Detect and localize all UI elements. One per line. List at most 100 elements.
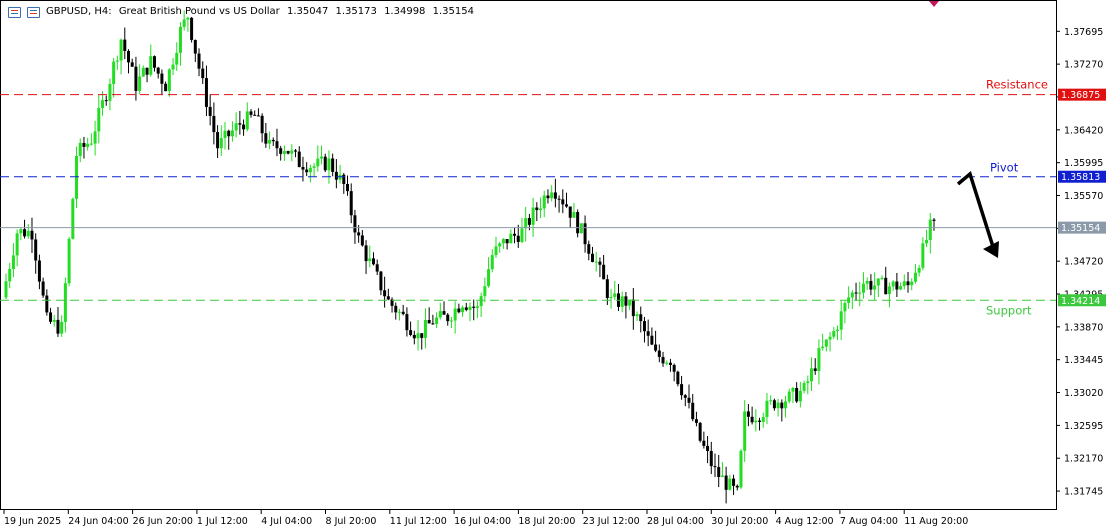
candle: [806, 375, 810, 395]
candle: [67, 236, 71, 287]
candle: [178, 22, 182, 66]
candle: [750, 406, 754, 425]
candle: [761, 412, 765, 428]
candle: [861, 272, 865, 299]
candle: [11, 243, 15, 278]
candle: [509, 229, 513, 244]
candle: [613, 280, 617, 301]
candle: [490, 249, 494, 273]
candle: [126, 49, 130, 74]
candle: [41, 277, 45, 298]
candle: [505, 239, 509, 250]
candle: [331, 153, 335, 177]
candle: [204, 65, 208, 117]
candle: [182, 10, 186, 31]
candle: [594, 251, 598, 272]
price-chart[interactable]: 1.376951.372701.368451.364201.359951.355…: [0, 0, 1109, 531]
candle: [501, 238, 505, 249]
candle: [650, 327, 654, 346]
pivot-price-label: 1.35813: [1061, 172, 1100, 183]
y-tick-label: 1.33445: [1064, 355, 1103, 366]
candle: [561, 189, 565, 214]
candle: [123, 27, 127, 60]
candle: [346, 175, 350, 196]
candle: [624, 291, 628, 319]
candle: [442, 301, 446, 315]
candle: [720, 461, 724, 478]
candle: [880, 275, 884, 281]
candle: [409, 321, 413, 337]
candle: [212, 102, 216, 145]
candle: [160, 69, 164, 95]
candle: [565, 192, 569, 208]
candle: [717, 454, 721, 488]
candle: [23, 219, 27, 239]
time-axis[interactable]: 19 Jun 2025 24 Jun 04:00 26 Jun 20:00 1 Jul…: [3, 510, 968, 527]
candle: [616, 284, 620, 311]
candle: [145, 67, 149, 83]
candle: [297, 146, 301, 168]
candle: [557, 195, 561, 213]
candle: [661, 351, 665, 367]
candle: [208, 94, 212, 126]
y-tick-label: 1.33870: [1064, 322, 1103, 333]
candle: [635, 311, 639, 321]
candle: [308, 164, 312, 183]
candle: [531, 197, 535, 237]
candle: [765, 393, 769, 425]
candle: [553, 178, 557, 208]
candle: [294, 148, 298, 158]
candle: [709, 441, 713, 475]
candle: [479, 292, 483, 318]
candle: [249, 109, 253, 118]
candle: [234, 112, 238, 138]
x-tick-label: 4 Jul 04:00: [261, 516, 312, 527]
candle: [646, 319, 650, 347]
candle: [791, 386, 795, 404]
candle: [780, 399, 784, 422]
candle: [34, 233, 38, 274]
candle: [271, 137, 275, 146]
candle: [513, 227, 517, 244]
y-tick-label: 1.35570: [1064, 191, 1103, 202]
candle: [932, 218, 936, 231]
candle: [902, 274, 906, 290]
candle: [813, 358, 817, 375]
candle: [542, 190, 546, 218]
candle: [279, 145, 283, 161]
candle: [772, 398, 776, 411]
candle: [832, 327, 836, 339]
candle: [216, 125, 220, 159]
candle: [810, 357, 814, 391]
candle: [82, 136, 86, 159]
candle: [334, 159, 338, 189]
candle: [475, 301, 479, 319]
candle: [405, 307, 409, 337]
candle: [895, 272, 899, 298]
candle: [754, 409, 758, 432]
support-label: Support: [986, 303, 1032, 317]
candle: [342, 172, 346, 194]
candle: [694, 411, 698, 427]
candle: [19, 228, 23, 241]
candle: [138, 64, 142, 95]
current-price-label: 1.35154: [1061, 223, 1100, 234]
x-tick-label: 18 Jul 20:00: [518, 516, 575, 527]
candle: [687, 384, 691, 409]
candles: [4, 10, 936, 504]
candle: [416, 319, 420, 351]
candle: [238, 110, 242, 135]
candle: [230, 121, 234, 142]
candle: [282, 145, 286, 161]
candle: [264, 122, 268, 148]
candle: [37, 254, 41, 290]
candle: [423, 308, 427, 349]
candle: [97, 95, 101, 144]
x-tick-label: 23 Jul 12:00: [583, 516, 640, 527]
candle: [312, 163, 316, 177]
candle: [654, 330, 658, 353]
candle: [49, 307, 53, 324]
candle: [71, 197, 75, 240]
candle: [305, 162, 309, 177]
y-tick-label: 1.36420: [1064, 125, 1103, 136]
